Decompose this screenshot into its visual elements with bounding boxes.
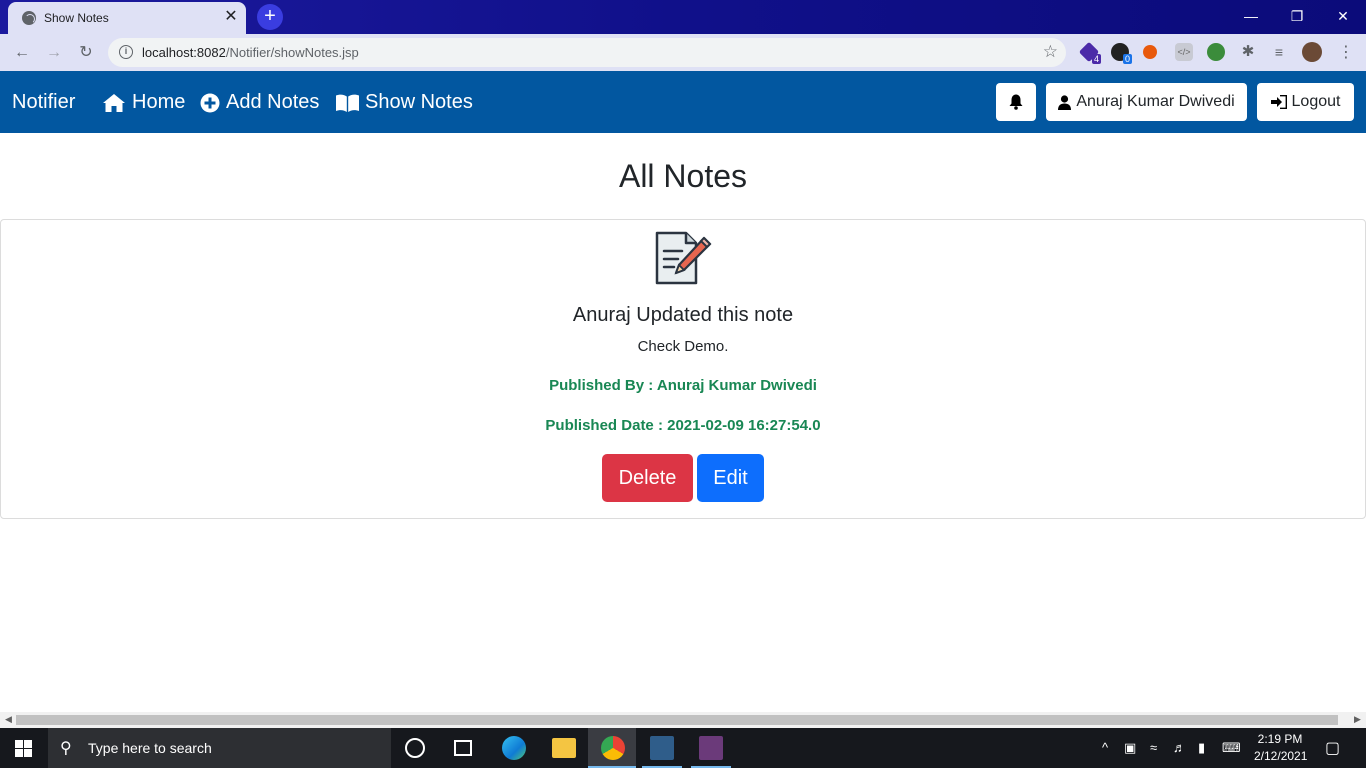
site-info-icon[interactable]: i (119, 45, 133, 59)
bell-icon (1009, 94, 1023, 110)
published-by: Published By : Anuraj Kumar Dwivedi (549, 377, 817, 394)
taskbar-clock[interactable]: 2:19 PM 2/12/2021 (1254, 731, 1308, 765)
close-tab-icon[interactable]: ✕ (222, 8, 240, 26)
back-icon[interactable]: ← (11, 42, 33, 64)
bookmark-star-icon[interactable]: ☆ (1043, 42, 1058, 62)
search-icon: ⚲ (60, 740, 72, 757)
volume-icon[interactable]: ♬ (1173, 740, 1186, 755)
browser-title-bar: Show Notes ✕ + — ❐ ✕ (0, 0, 1366, 34)
note-title: Anuraj Updated this note (572, 304, 794, 326)
keyboard-icon[interactable]: ⌨ (1222, 740, 1241, 756)
scroll-left-icon[interactable]: ◀ (5, 714, 12, 725)
windows-start-icon[interactable] (15, 740, 32, 757)
nav-link-add-notes-label: Add Notes (226, 91, 320, 113)
notifications-button[interactable] (996, 83, 1036, 121)
java-ee-ide-icon[interactable] (699, 736, 723, 760)
globe-icon (22, 11, 36, 25)
restore-button[interactable]: ❐ (1285, 6, 1309, 26)
nav-link-show-notes-label: Show Notes (365, 91, 473, 113)
book-icon (336, 94, 359, 112)
tab-title: Show Notes (44, 11, 109, 25)
taskbar-search-box[interactable]: ⚲ Type here to search (48, 728, 391, 768)
logout-label: Logout (1291, 93, 1341, 110)
cortana-icon[interactable] (405, 738, 425, 758)
scroll-right-icon[interactable]: ▶ (1354, 714, 1361, 725)
plus-circle-icon (200, 93, 220, 112)
user-profile-button[interactable]: Anuraj Kumar Dwivedi (1046, 83, 1247, 121)
chrome-taskbar-active[interactable] (588, 728, 636, 768)
published-date: Published Date : 2021-02-09 16:27:54.0 (545, 417, 821, 434)
minimize-button[interactable]: — (1239, 6, 1263, 26)
edit-button[interactable]: Edit (697, 454, 764, 502)
wifi-icon[interactable]: ≈ (1150, 740, 1157, 755)
horizontal-scrollbar[interactable]: ◀ ▶ (0, 712, 1366, 728)
url-path: /Notifier/showNotes.jsp (225, 45, 359, 60)
home-icon (103, 93, 125, 112)
nav-link-add-notes[interactable]: Add Notes (200, 91, 319, 114)
browser-toolbar: ← → ↻ i localhost:8082/Notifier/showNote… (0, 34, 1366, 71)
security-icon[interactable]: ▣ (1124, 740, 1136, 756)
file-explorer-icon[interactable] (552, 738, 576, 758)
chrome-icon (601, 736, 625, 760)
extension-badge-2: 0 (1123, 54, 1133, 64)
note-pencil-icon (655, 231, 712, 285)
nav-link-home-label: Home (132, 91, 186, 113)
logout-button[interactable]: Logout (1257, 83, 1354, 121)
notification-center-icon[interactable]: ▢ (1325, 738, 1340, 758)
clock-date: 2/12/2021 (1254, 749, 1308, 763)
forward-icon[interactable]: → (43, 42, 65, 64)
page-title: All Notes (618, 158, 748, 194)
close-window-button[interactable]: ✕ (1331, 6, 1355, 26)
clock-time: 2:19 PM (1257, 732, 1303, 746)
show-hidden-icons[interactable]: ^ (1102, 740, 1108, 755)
url-text[interactable]: localhost:8082/Notifier/showNotes.jsp (142, 45, 359, 60)
user-name: Anuraj Kumar Dwivedi (1076, 93, 1235, 110)
chrome-menu-icon[interactable]: ⋮ (1338, 42, 1354, 62)
nav-link-show-notes[interactable]: Show Notes (336, 91, 473, 114)
media-controls-icon[interactable]: ≡ (1270, 43, 1288, 61)
extension-code-icon[interactable]: </> (1175, 43, 1193, 61)
delete-button[interactable]: Delete (602, 454, 693, 502)
edge-icon[interactable] (502, 736, 526, 760)
extensions-puzzle-icon[interactable]: ✱ (1239, 43, 1257, 61)
address-bar[interactable]: i localhost:8082/Notifier/showNotes.jsp … (108, 38, 1066, 67)
windows-taskbar: ⚲ Type here to search ^ ▣ ≈ ♬ ▮ ⌨ 2:19 P… (0, 728, 1366, 768)
brand-link[interactable]: Notifier (12, 91, 75, 114)
browser-tab[interactable]: Show Notes ✕ (8, 2, 246, 34)
url-host: localhost:8082 (142, 45, 226, 60)
battery-icon[interactable]: ▮ (1198, 740, 1205, 756)
mysql-workbench-icon[interactable] (650, 736, 674, 760)
extension-badge-1: 4 (1092, 54, 1102, 64)
scrollbar-thumb[interactable] (16, 715, 1338, 725)
extension-globe-icon[interactable] (1207, 43, 1225, 61)
sign-in-icon (1270, 95, 1287, 109)
reload-icon[interactable]: ↻ (75, 42, 97, 64)
app-navbar: Notifier Home Add Notes Show Notes Anura… (0, 71, 1366, 133)
new-tab-button[interactable]: + (257, 4, 283, 30)
taskbar-search-placeholder: Type here to search (88, 740, 212, 756)
extension-flame-icon[interactable] (1143, 45, 1157, 59)
nav-link-home[interactable]: Home (102, 91, 185, 114)
task-view-icon[interactable] (454, 740, 472, 756)
note-content: Check Demo. (637, 338, 729, 355)
profile-avatar[interactable] (1302, 42, 1322, 62)
user-icon (1058, 94, 1072, 110)
